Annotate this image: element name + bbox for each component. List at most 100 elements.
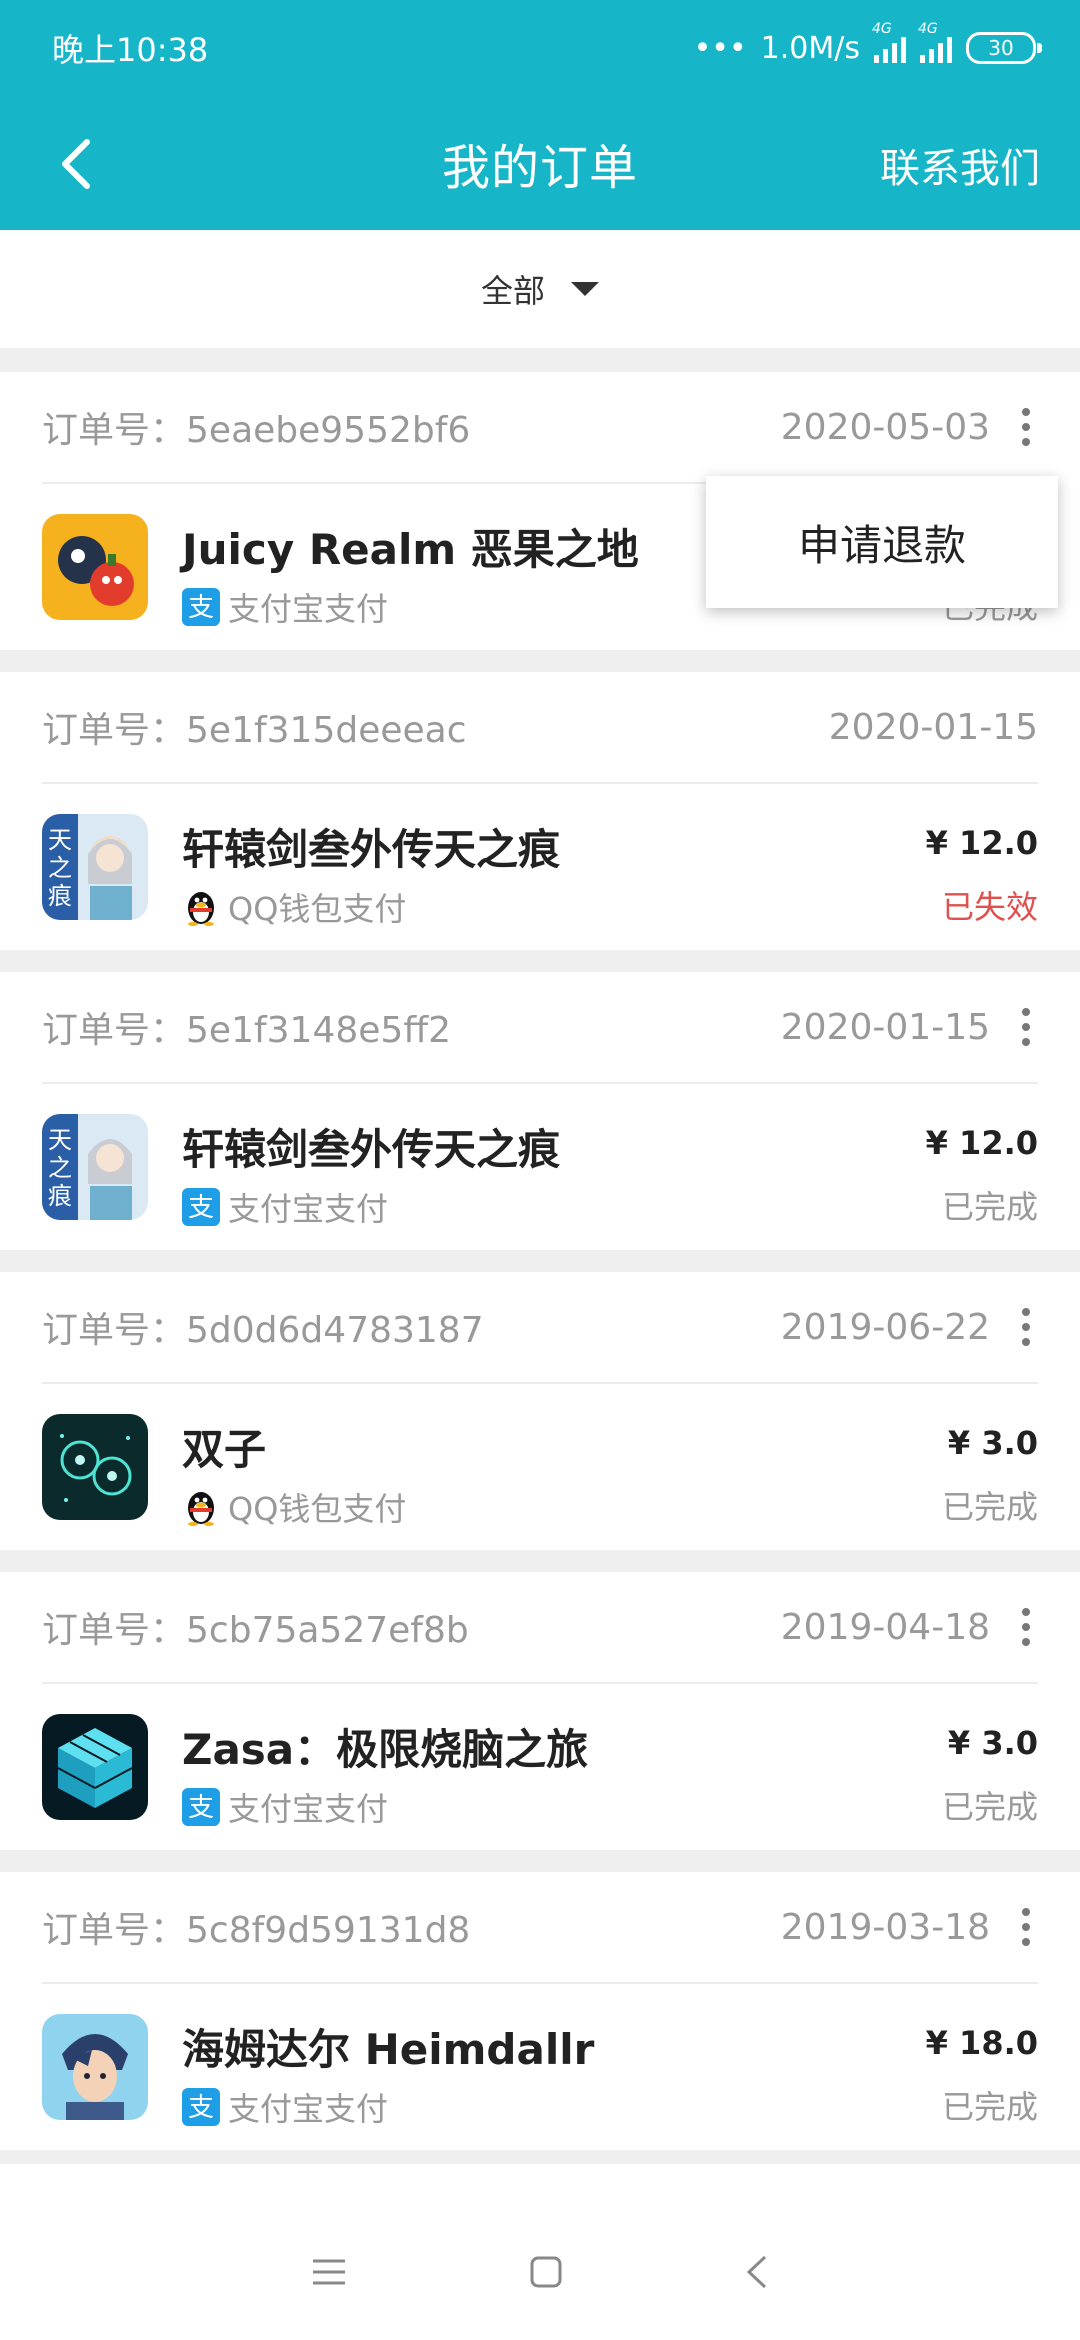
network-speed: 1.0M/s (760, 30, 860, 66)
order-card[interactable]: 订单号：5c8f9d59131d8 2019-03-18 海姆达尔 Heimda… (0, 1872, 1080, 2150)
order-body: 海姆达尔 Heimdallr 支 支付宝支付 ¥ 18.0 已完成 (42, 1986, 1038, 2150)
order-header: 订单号：5e1f3148e5ff2 2020-01-15 (42, 972, 1038, 1084)
more-options-icon[interactable] (1014, 1003, 1038, 1051)
svg-text:支: 支 (188, 1193, 214, 1223)
system-nav-bar (0, 2208, 1080, 2340)
nav-bar: 我的订单 联系我们 (0, 96, 1080, 230)
app-name: Zasa：极限烧脑之旅 (182, 1725, 589, 1774)
order-number: 订单号：5c8f9d59131d8 (42, 1910, 471, 1951)
order-date: 2020-05-03 (780, 406, 990, 448)
caret-down-icon (571, 282, 599, 296)
alipay-icon: 支 (182, 1788, 220, 1826)
signal-2-icon: 4G (918, 21, 952, 63)
order-header: 订单号：5cb75a527ef8b 2019-04-18 (42, 1572, 1038, 1684)
app-icon: 天 之 痕 (42, 814, 148, 920)
order-date: 2020-01-15 (828, 706, 1038, 748)
svg-text:之: 之 (48, 854, 72, 882)
contact-us-button[interactable]: 联系我们 (880, 126, 1040, 204)
app-name: 海姆达尔 Heimdallr (182, 2025, 595, 2074)
qq-penguin-icon (182, 1488, 220, 1526)
status-icons: ••• 1.0M/s 4G 4G 30 (693, 21, 1042, 66)
svg-text:支: 支 (188, 2093, 214, 2123)
order-number: 订单号：5e1f3148e5ff2 (42, 1010, 452, 1051)
order-price: ¥ 3.0 (947, 1724, 1038, 1762)
order-status: 已完成 (941, 2088, 1038, 2126)
menu-icon[interactable] (311, 2257, 347, 2291)
order-price: ¥ 3.0 (947, 1424, 1038, 1462)
order-number: 订单号：5d0d6d4783187 (42, 1310, 484, 1351)
app-icon (42, 514, 148, 620)
order-card-partial (0, 2164, 1080, 2208)
app-icon (42, 1414, 148, 1520)
app-name: 轩辕剑叁外传天之痕 (182, 1125, 561, 1174)
order-number: 订单号：5cb75a527ef8b (42, 1610, 469, 1651)
order-status: 已完成 (941, 1188, 1038, 1226)
payment-method: 支 支付宝支付 (182, 1184, 388, 1230)
back-arrow-icon (62, 139, 90, 189)
order-header: 订单号：5e1f315deeeac 2020-01-15 (42, 672, 1038, 784)
order-header: 订单号：5eaebe9552bf6 2020-05-03 (42, 372, 1038, 484)
order-status: 已完成 (941, 1788, 1038, 1826)
payment-method: 支 支付宝支付 (182, 584, 388, 630)
svg-text:天: 天 (48, 1126, 72, 1154)
order-price: ¥ 12.0 (925, 824, 1038, 862)
app-icon: 天 之 痕 (42, 1114, 148, 1220)
payment-method: 支 支付宝支付 (182, 1784, 388, 1830)
order-body: 双子 QQ钱包支付 ¥ 3.0 已完成 (42, 1386, 1038, 1550)
signal-1-icon: 4G (872, 21, 906, 63)
status-time: 晚上10:38 (52, 31, 209, 69)
app-icon (42, 1714, 148, 1820)
svg-text:支: 支 (188, 1793, 214, 1823)
order-card[interactable]: 订单号：5e1f3148e5ff2 2020-01-15 天 之 痕 轩辕剑叁外… (0, 972, 1080, 1250)
order-date: 2020-01-15 (780, 1006, 990, 1048)
order-date: 2019-04-18 (780, 1606, 990, 1648)
battery-icon: 30 (966, 32, 1042, 64)
back-triangle-icon[interactable] (745, 2254, 769, 2294)
order-card[interactable]: 订单号：5d0d6d4783187 2019-06-22 双子 QQ钱包支付 ¥… (0, 1272, 1080, 1550)
app-name: 双子 (182, 1425, 267, 1474)
svg-text:天: 天 (48, 826, 72, 854)
order-date: 2019-06-22 (780, 1306, 990, 1348)
alipay-icon: 支 (182, 2088, 220, 2126)
order-date: 2019-03-18 (780, 1906, 990, 1948)
app-icon (42, 2014, 148, 2120)
svg-text:痕: 痕 (48, 1182, 72, 1210)
app-name: 轩辕剑叁外传天之痕 (182, 825, 561, 874)
refund-popup-menu: 申请退款 (706, 476, 1058, 608)
order-card[interactable]: 订单号：5cb75a527ef8b 2019-04-18 Zasa：极限烧脑之旅… (0, 1572, 1080, 1850)
order-number: 订单号：5eaebe9552bf6 (42, 410, 471, 451)
more-options-icon[interactable] (1014, 1903, 1038, 1951)
payment-method: QQ钱包支付 (182, 884, 406, 930)
svg-text:支: 支 (188, 593, 214, 623)
svg-text:痕: 痕 (48, 882, 72, 910)
dots-icon: ••• (693, 30, 747, 66)
order-price: ¥ 18.0 (925, 2024, 1038, 2062)
order-number: 订单号：5e1f315deeeac (42, 710, 467, 751)
app-header: 晚上10:38 ••• 1.0M/s 4G 4G 30 我的订单 联系我们 (0, 0, 1080, 230)
filter-dropdown[interactable]: 全部 (0, 230, 1080, 348)
order-price: ¥ 12.0 (925, 1124, 1038, 1162)
svg-text:之: 之 (48, 1154, 72, 1182)
order-body: 天 之 痕 轩辕剑叁外传天之痕 支 支付宝支付 ¥ 12.0 已完成 (42, 1086, 1038, 1250)
page-title: 我的订单 (441, 140, 638, 196)
alipay-icon: 支 (182, 1188, 220, 1226)
order-body: 天 之 痕 轩辕剑叁外传天之痕 QQ钱包支付 ¥ 12.0 已失效 (42, 786, 1038, 950)
apply-refund-option[interactable]: 申请退款 (798, 512, 966, 573)
alipay-icon: 支 (182, 588, 220, 626)
status-bar: 晚上10:38 ••• 1.0M/s 4G 4G 30 (0, 0, 1080, 96)
more-options-icon[interactable] (1014, 403, 1038, 451)
order-header: 订单号：5d0d6d4783187 2019-06-22 (42, 1272, 1038, 1384)
order-header: 订单号：5c8f9d59131d8 2019-03-18 (42, 1872, 1038, 1984)
filter-label: 全部 (480, 272, 545, 310)
qq-penguin-icon (182, 888, 220, 926)
order-body: Zasa：极限烧脑之旅 支 支付宝支付 ¥ 3.0 已完成 (42, 1686, 1038, 1850)
home-icon[interactable] (529, 2255, 563, 2293)
order-card[interactable]: 订单号：5e1f315deeeac 2020-01-15 天 之 痕 轩辕剑叁外… (0, 672, 1080, 950)
app-name: Juicy Realm 恶果之地 (182, 525, 639, 574)
back-button[interactable] (36, 124, 116, 204)
more-options-icon[interactable] (1014, 1603, 1038, 1651)
payment-method: 支 支付宝支付 (182, 2084, 388, 2130)
order-status: 已完成 (941, 1488, 1038, 1526)
order-status: 已失效 (941, 888, 1038, 926)
more-options-icon[interactable] (1014, 1303, 1038, 1351)
